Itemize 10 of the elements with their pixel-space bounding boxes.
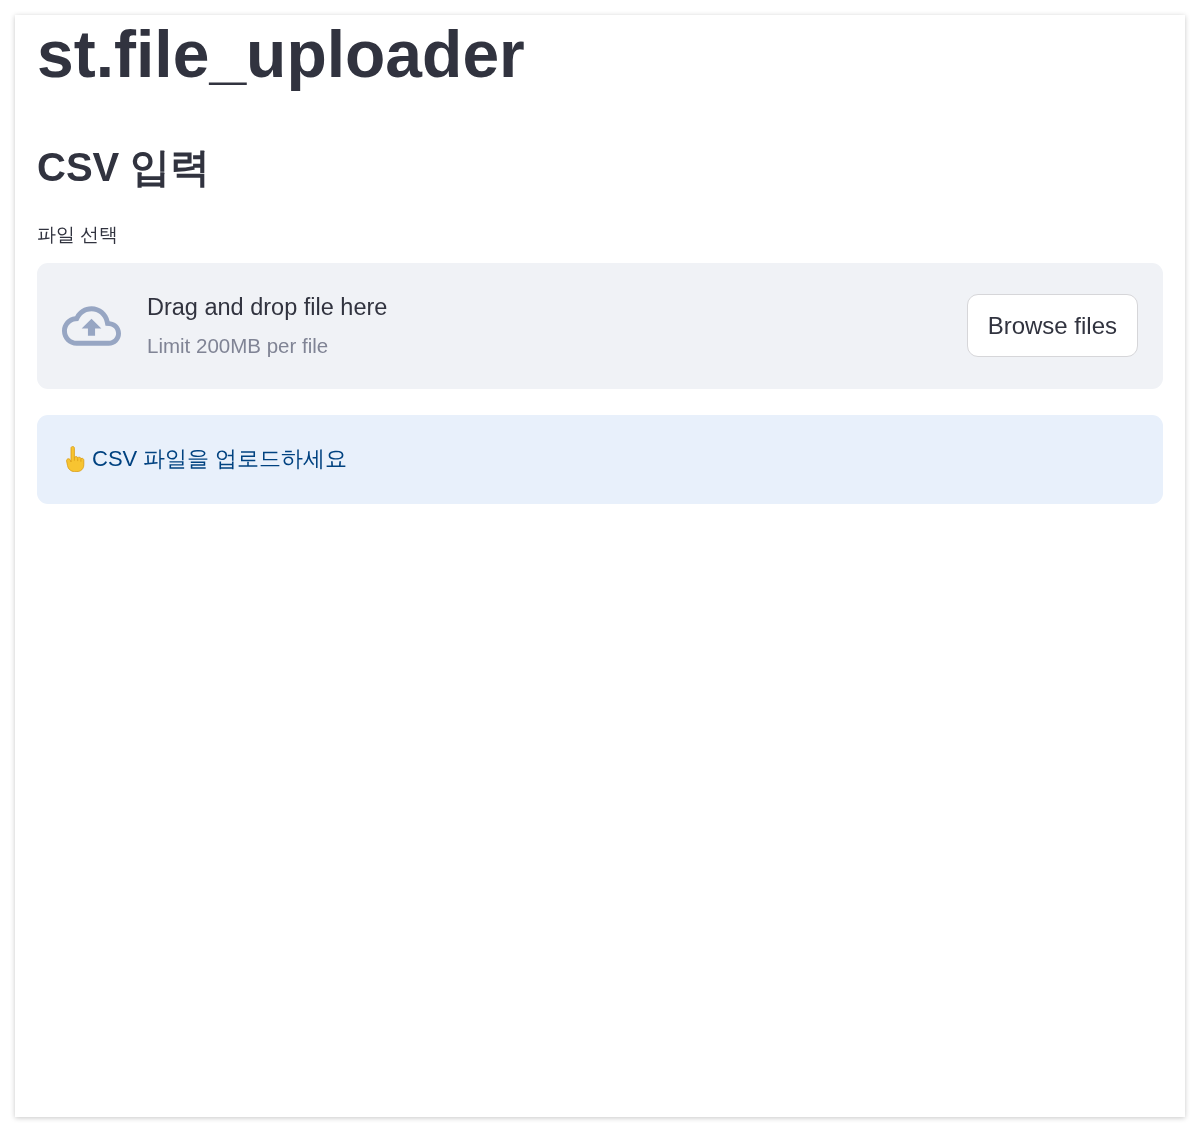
- cloud-upload-icon: [62, 305, 121, 346]
- alert-message: CSV 파일을 업로드하세요: [92, 444, 348, 473]
- file-dropzone[interactable]: Drag and drop file here Limit 200MB per file Browse files: [37, 262, 1163, 389]
- section-heading: CSV 입력: [37, 143, 211, 191]
- pointing-finger-icon: [65, 446, 85, 473]
- browse-files-button[interactable]: Browse files: [966, 294, 1138, 358]
- field-label: 파일 선택: [37, 222, 119, 247]
- dropzone-instruction: Drag and drop file here: [147, 293, 388, 322]
- page-title: st.file_uploader: [37, 17, 525, 93]
- file-size-limit: Limit 200MB per file: [147, 332, 329, 359]
